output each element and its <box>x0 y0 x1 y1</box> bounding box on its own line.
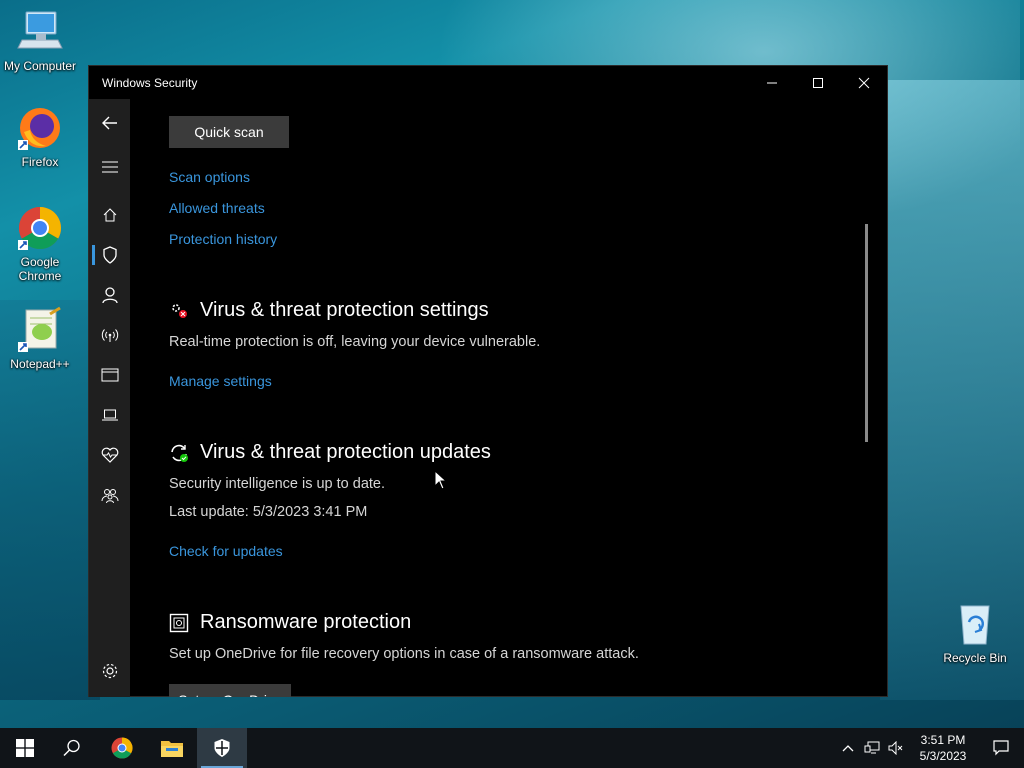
nav-item-family-options[interactable] <box>89 475 130 515</box>
settings-description: Real-time protection is off, leaving you… <box>169 334 541 350</box>
windows-security-shield-icon <box>214 739 230 757</box>
chrome-icon <box>16 204 64 252</box>
vertical-scrollbar[interactable] <box>865 224 868 442</box>
ransomware-section-heading: Ransomware protection <box>169 611 411 634</box>
firefox-icon <box>16 104 64 152</box>
search-icon <box>63 739 80 757</box>
nav-item-account-protection[interactable] <box>89 275 130 315</box>
close-button[interactable] <box>841 66 887 99</box>
main-content: Quick scan Scan options Allowed threats … <box>169 99 869 697</box>
taskbar-windows-security[interactable] <box>197 728 247 768</box>
notepad-plus-plus-icon <box>16 306 64 354</box>
clock-time: 3:51 PM <box>920 733 966 747</box>
volume-tray-button[interactable] <box>884 741 908 755</box>
desktop-icon-firefox[interactable]: Firefox <box>0 104 80 169</box>
nav-item-firewall-network[interactable] <box>89 315 130 355</box>
settings-section-heading: Virus & threat protection settings <box>169 299 489 322</box>
desktop-icon-google-chrome[interactable]: Google Chrome <box>0 204 80 283</box>
ransomware-heading-text: Ransomware protection <box>200 611 412 633</box>
hamburger-menu-icon <box>101 161 118 173</box>
start-button[interactable] <box>0 728 50 768</box>
file-explorer-icon <box>161 741 183 757</box>
close-icon <box>858 77 870 88</box>
quick-scan-button[interactable]: Quick scan <box>169 116 289 148</box>
desktop-icon-label: Notepad++ <box>10 357 70 371</box>
network-wifi-icon <box>101 329 118 342</box>
windows-start-icon <box>16 739 34 757</box>
health-heart-icon <box>101 447 118 463</box>
action-center-button[interactable] <box>978 740 1024 756</box>
menu-button[interactable] <box>89 147 130 187</box>
nav-item-device-security[interactable] <box>89 395 130 435</box>
maximize-button[interactable] <box>795 66 841 99</box>
chevron-up-icon <box>842 745 854 752</box>
mouse-cursor-icon <box>434 470 448 490</box>
chrome-icon <box>111 737 133 759</box>
windows-security-window: Windows Security Quick scan Scan options… <box>88 65 888 697</box>
volume-muted-icon <box>888 741 903 755</box>
manage-settings-link[interactable]: Manage settings <box>169 373 272 389</box>
device-laptop-icon <box>101 409 118 421</box>
maximize-icon <box>813 77 823 88</box>
recycle-bin-icon <box>951 600 999 648</box>
taskbar-file-explorer[interactable] <box>147 728 197 768</box>
search-button[interactable] <box>47 728 97 768</box>
refresh-check-icon <box>169 443 189 463</box>
home-icon <box>103 208 116 222</box>
desktop-icon-label: Firefox <box>21 155 59 169</box>
settings-gear-icon <box>102 663 117 679</box>
scan-options-link[interactable]: Scan options <box>169 169 250 185</box>
minimize-icon <box>767 82 777 83</box>
nav-item-app-browser-control[interactable] <box>89 355 130 395</box>
desktop-icon-label: My Computer <box>3 59 77 73</box>
settings-warning-icon <box>169 301 189 321</box>
nav-item-home[interactable] <box>89 195 130 235</box>
computer-icon <box>16 8 64 56</box>
set-up-onedrive-button[interactable]: Set up OneDrive <box>169 684 291 697</box>
check-for-updates-link[interactable]: Check for updates <box>169 543 283 559</box>
taskbar-chrome[interactable] <box>97 728 147 768</box>
account-person-icon <box>101 287 118 304</box>
nav-item-virus-threat-protection[interactable] <box>89 235 130 275</box>
protection-history-link[interactable]: Protection history <box>169 231 277 247</box>
show-hidden-icons-button[interactable] <box>836 744 860 752</box>
nav-item-settings[interactable] <box>89 651 130 691</box>
allowed-threats-link[interactable]: Allowed threats <box>169 200 265 216</box>
nav-item-device-performance-health[interactable] <box>89 435 130 475</box>
desktop-icon-label: Google Chrome <box>18 255 62 283</box>
updates-heading-text: Virus & threat protection updates <box>200 441 491 463</box>
clock[interactable]: 3:51 PM 5/3/2023 <box>908 732 978 764</box>
family-icon <box>101 489 118 503</box>
desktop-icon-label: Recycle Bin <box>943 651 1007 665</box>
ransomware-description: Set up OneDrive for file recovery option… <box>169 646 639 662</box>
last-update-text: Last update: 5/3/2023 3:41 PM <box>169 504 368 520</box>
updates-status: Security intelligence is up to date. <box>169 476 386 492</box>
navigation-sidebar <box>89 99 130 697</box>
network-tray-button[interactable] <box>860 741 884 755</box>
network-wired-icon <box>864 741 880 754</box>
system-tray: 3:51 PM 5/3/2023 <box>836 728 1024 768</box>
taskbar: 3:51 PM 5/3/2023 <box>0 728 1024 768</box>
desktop-icon-recycle-bin[interactable]: Recycle Bin <box>935 600 1015 665</box>
notification-icon <box>993 740 1009 756</box>
clock-date: 5/3/2023 <box>919 749 967 763</box>
window-title: Windows Security <box>102 75 198 90</box>
title-bar[interactable]: Windows Security <box>89 66 887 99</box>
app-browser-icon <box>101 368 118 382</box>
minimize-button[interactable] <box>749 66 795 99</box>
desktop-icon-notepad-plus-plus[interactable]: Notepad++ <box>0 306 80 371</box>
back-button[interactable] <box>89 103 130 143</box>
ransomware-folder-icon <box>169 613 189 633</box>
settings-heading-text: Virus & threat protection settings <box>200 299 489 321</box>
updates-section-heading: Virus & threat protection updates <box>169 441 491 464</box>
shield-icon <box>102 246 117 264</box>
back-arrow-icon <box>101 116 117 130</box>
desktop-icon-my-computer[interactable]: My Computer <box>0 8 80 73</box>
